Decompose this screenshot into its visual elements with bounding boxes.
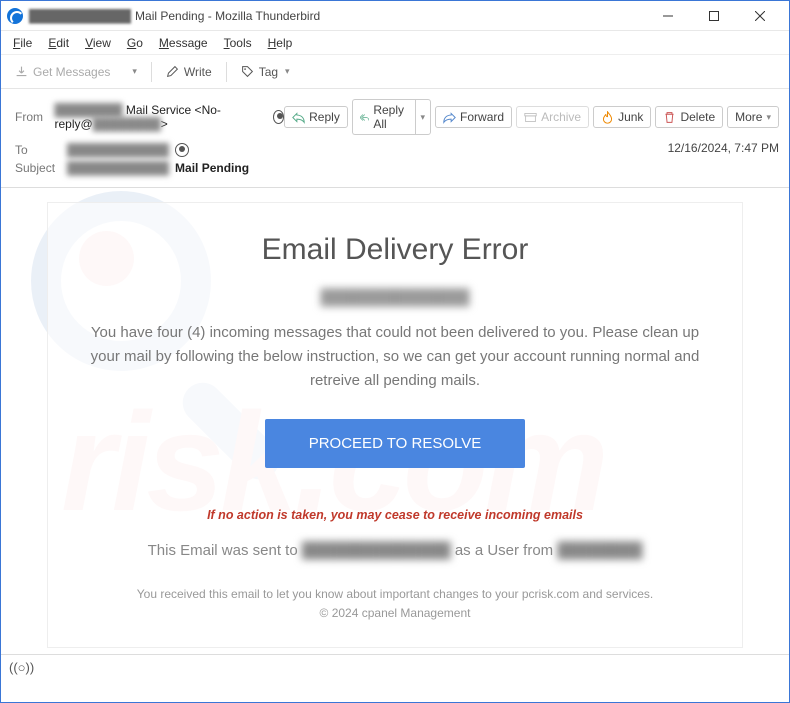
email-paragraph: You have four (4) incoming messages that… (88, 321, 702, 393)
reply-label: Reply (309, 110, 340, 124)
reply-all-dropdown[interactable]: ▾ (415, 99, 432, 135)
pencil-icon (166, 65, 179, 78)
menu-file[interactable]: File (5, 33, 40, 53)
header-subject-row: Subject ████████████ Mail Pending (15, 161, 668, 175)
from-label: From (15, 110, 55, 124)
reply-all-button[interactable]: Reply All (352, 99, 415, 135)
archive-button[interactable]: Archive (516, 106, 589, 128)
more-label: More (735, 110, 762, 124)
menu-help[interactable]: Help (260, 33, 301, 53)
write-button[interactable]: Write (158, 61, 220, 83)
thunderbird-icon (7, 8, 23, 24)
download-icon (15, 65, 28, 78)
sent-to-mid: as a User from (455, 542, 558, 559)
proceed-to-resolve-button[interactable]: PROCEED TO RESOLVE (265, 419, 526, 468)
more-button[interactable]: More ▾ (727, 106, 779, 128)
archive-icon (524, 111, 537, 124)
email-heading: Email Delivery Error (88, 233, 702, 267)
archive-label: Archive (541, 110, 581, 124)
email-sent-to: This Email was sent to ██████████████ as… (88, 542, 702, 559)
forward-icon (443, 111, 456, 124)
contact-icon[interactable] (175, 143, 189, 157)
message-actions: Reply Reply All ▾ Forward Archive (284, 99, 779, 135)
forward-label: Forward (460, 110, 504, 124)
header-from-row: From ████████ Mail Service <No-reply@███… (15, 99, 779, 135)
reply-all-icon (360, 111, 370, 124)
from-value-end: > (161, 117, 168, 131)
reply-icon (292, 111, 305, 124)
titlebar: ████████████ Mail Pending - Mozilla Thun… (1, 1, 789, 31)
header-to-row: To ████████████ (15, 143, 668, 157)
minimize-button[interactable] (645, 1, 691, 31)
junk-label: Junk (618, 110, 643, 124)
get-messages-label: Get Messages (33, 65, 110, 79)
menu-go[interactable]: Go (119, 33, 151, 53)
subject-label: Subject (15, 161, 67, 175)
trash-icon (663, 111, 676, 124)
reply-all-label: Reply All (373, 103, 407, 131)
sent-to-email-redacted: ██████████████ (302, 542, 451, 559)
to-redacted: ████████████ (67, 143, 169, 157)
junk-button[interactable]: Junk (593, 106, 651, 128)
separator (226, 62, 227, 82)
flame-icon (601, 111, 614, 124)
tag-icon (241, 65, 254, 78)
menu-tools[interactable]: Tools (216, 33, 260, 53)
sent-to-domain-redacted: ████████ (557, 542, 642, 559)
get-messages-button[interactable]: Get Messages (7, 61, 118, 83)
footer-line2: © 2024 cpanel Management (88, 604, 702, 623)
menu-view[interactable]: View (77, 33, 119, 53)
tag-label: Tag (259, 65, 278, 79)
message-headers: From ████████ Mail Service <No-reply@███… (1, 89, 789, 188)
tag-button[interactable]: Tag ▾ (233, 61, 298, 83)
menu-message[interactable]: Message (151, 33, 216, 53)
contact-icon[interactable] (273, 110, 284, 124)
email-card: Email Delivery Error ██████████████ You … (47, 202, 743, 648)
window-title-redacted: ████████████ (29, 9, 131, 23)
sent-to-prefix: This Email was sent to (148, 542, 302, 559)
maximize-button[interactable] (691, 1, 737, 31)
to-label: To (15, 143, 67, 157)
message-body[interactable]: Email Delivery Error ██████████████ You … (1, 188, 789, 680)
close-button[interactable] (737, 1, 783, 31)
from-domain-redacted: ████████ (93, 117, 161, 131)
email-warning: If no action is taken, you may cease to … (88, 508, 702, 522)
delete-label: Delete (680, 110, 715, 124)
write-label: Write (184, 65, 212, 79)
chevron-down-icon: ▾ (766, 112, 771, 123)
separator (151, 62, 152, 82)
reply-button[interactable]: Reply (284, 106, 348, 128)
menubar: File Edit View Go Message Tools Help (1, 31, 789, 55)
menu-edit[interactable]: Edit (40, 33, 77, 53)
get-messages-dropdown[interactable]: ▾ (122, 62, 145, 81)
email-recipient-redacted: ██████████████ (88, 289, 702, 307)
footer-line1: You received this email to let you know … (88, 585, 702, 604)
delete-button[interactable]: Delete (655, 106, 723, 128)
forward-button[interactable]: Forward (435, 106, 512, 128)
toolbar: Get Messages ▾ Write Tag ▾ (1, 55, 789, 89)
subject-redacted: ████████████ (67, 161, 169, 175)
from-redacted: ████████ (55, 103, 123, 117)
chevron-down-icon: ▾ (132, 66, 137, 77)
subject-value: Mail Pending (175, 161, 249, 175)
email-footer: You received this email to let you know … (88, 585, 702, 623)
timestamp: 12/16/2024, 7:47 PM (668, 141, 779, 179)
connection-status-icon[interactable]: ((○)) (9, 660, 34, 675)
statusbar: ((○)) (1, 654, 789, 680)
chevron-down-icon: ▾ (285, 66, 290, 77)
chevron-down-icon: ▾ (421, 112, 426, 123)
window-title: Mail Pending - Mozilla Thunderbird (135, 9, 320, 23)
